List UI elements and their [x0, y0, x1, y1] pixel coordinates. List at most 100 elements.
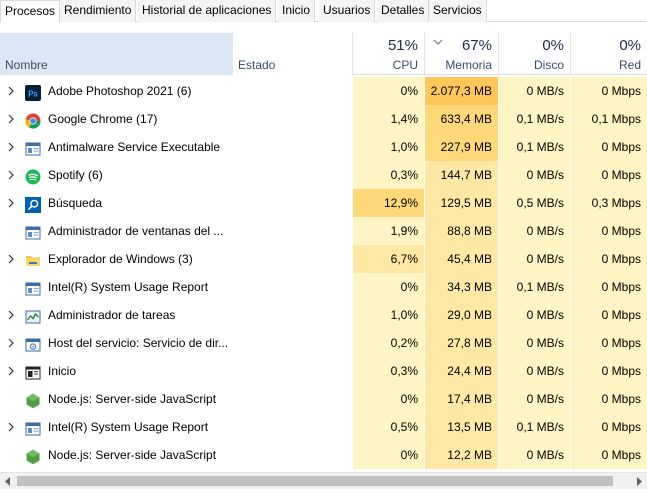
network-total-percent: 0%	[619, 37, 641, 54]
process-status	[232, 357, 352, 385]
process-cpu: 1,0%	[352, 133, 424, 161]
process-name: Explorador de Windows (3)	[48, 252, 193, 266]
process-disk: 0,1 MB/s	[498, 105, 570, 133]
chevron-down-icon	[433, 39, 443, 45]
chevron-right-icon[interactable]	[6, 142, 16, 152]
column-network[interactable]: 0% Red	[570, 33, 647, 75]
process-row[interactable]: Antimalware Service Executable 1,0% 227,9 …	[0, 133, 647, 161]
chevron-right-icon[interactable]	[6, 198, 16, 208]
horizontal-scrollbar[interactable]	[0, 472, 647, 489]
tab-usuarios[interactable]: Usuarios	[319, 0, 376, 22]
chevron-right-icon[interactable]	[6, 338, 16, 348]
process-network: 0 Mbps	[570, 301, 647, 329]
process-disk: 0,1 MB/s	[498, 273, 570, 301]
chevron-right-icon[interactable]	[6, 114, 16, 124]
process-row[interactable]: Administrador de tareas 1,0% 29,0 MB 0 MB/s…	[0, 301, 647, 329]
process-disk: 0 MB/s	[498, 245, 570, 273]
process-memory: 633,4 MB	[424, 105, 498, 133]
process-name: Google Chrome (17)	[48, 112, 158, 126]
service-window-icon	[25, 419, 41, 436]
nodejs-icon	[25, 391, 41, 409]
process-status	[232, 105, 352, 133]
process-row[interactable]: Host del servicio: Servicio de dir... 0,2…	[0, 329, 647, 357]
chevron-right-icon[interactable]	[6, 422, 16, 432]
tab-inicio[interactable]: Inicio	[278, 0, 316, 22]
process-cpu: 0,5%	[352, 413, 424, 441]
process-row[interactable]: Node.js: Server-side JavaScript 0% 12,2 MB…	[0, 441, 647, 469]
tab-historial[interactable]: Historial de aplicaciones	[138, 0, 277, 22]
process-network: 0 Mbps	[570, 385, 647, 413]
search-icon	[25, 195, 41, 213]
process-cpu: 6,7%	[352, 245, 424, 273]
process-memory: 2.077,3 MB	[424, 77, 498, 105]
process-row[interactable]: Explorador de Windows (3) 6,7% 45,4 MB 0 MB…	[0, 245, 647, 273]
tab-procesos[interactable]: Procesos	[0, 0, 61, 23]
column-cpu-label: CPU	[392, 58, 418, 72]
process-row[interactable]: Spotify (6) 0,3% 144,7 MB 0 MB/s 0 Mbps	[0, 161, 647, 189]
process-memory: 34,3 MB	[424, 273, 498, 301]
tab-servicios[interactable]: Servicios	[429, 0, 487, 22]
process-row[interactable]: Intel(R) System Usage Report 0,5% 13,5 MB 0…	[0, 413, 647, 441]
process-disk: 0 MB/s	[498, 301, 570, 329]
process-name-cell: Inicio	[0, 357, 232, 385]
process-name: Administrador de tareas	[48, 308, 176, 322]
process-network: 0 Mbps	[570, 441, 647, 469]
tab-rendimiento[interactable]: Rendimiento	[60, 0, 137, 22]
column-status[interactable]: Estado	[232, 33, 352, 75]
process-network: 0 Mbps	[570, 357, 647, 385]
process-memory: 129,5 MB	[424, 189, 498, 217]
cpu-total-percent: 51%	[387, 37, 418, 54]
tab-detalles[interactable]: Detalles	[377, 0, 430, 22]
process-disk: 0 MB/s	[498, 329, 570, 357]
process-disk: 0 MB/s	[498, 217, 570, 245]
chevron-right-icon[interactable]	[6, 366, 16, 376]
process-name: Inicio	[48, 364, 77, 378]
process-network: 0 Mbps	[570, 217, 647, 245]
process-name: Intel(R) System Usage Report	[48, 280, 209, 294]
task-manager-icon	[25, 307, 41, 324]
column-cpu[interactable]: 51% CPU	[352, 33, 424, 75]
process-cpu: 1,0%	[352, 301, 424, 329]
scroll-left-icon[interactable]	[4, 477, 12, 486]
column-network-label: Red	[618, 58, 641, 72]
column-name[interactable]: Nombre	[0, 33, 232, 75]
chevron-right-icon[interactable]	[6, 254, 16, 264]
scroll-right-icon[interactable]	[635, 477, 643, 486]
window-manager-icon	[25, 223, 41, 240]
process-row[interactable]: Administrador de ventanas del ... 1,9% 88,…	[0, 217, 647, 245]
process-disk: 0 MB/s	[498, 441, 570, 469]
bottom-strip	[0, 489, 647, 497]
process-name: Adobe Photoshop 2021 (6)	[48, 84, 192, 98]
process-row[interactable]: Intel(R) System Usage Report 0% 34,3 MB 0,1…	[0, 273, 647, 301]
process-name-cell: Administrador de ventanas del ...	[0, 217, 232, 245]
process-memory: 144,7 MB	[424, 161, 498, 189]
process-row[interactable]: Ps Adobe Photoshop 2021 (6) 0% 2.077,3 MB 0 …	[0, 77, 647, 105]
chevron-right-icon[interactable]	[6, 170, 16, 180]
scrollbar-thumb[interactable]	[17, 476, 613, 486]
process-row[interactable]: Google Chrome (17) 1,4% 633,4 MB 0,1 MB/s 0,…	[0, 105, 647, 133]
process-name-cell: Node.js: Server-side JavaScript	[0, 385, 232, 413]
process-status	[232, 161, 352, 189]
column-memory[interactable]: 67% Memoria	[424, 33, 498, 75]
service-window-icon	[25, 139, 41, 156]
process-memory: 13,5 MB	[424, 413, 498, 441]
process-row[interactable]: Búsqueda 12,9% 129,5 MB 0,5 MB/s 0,3 Mbps	[0, 189, 647, 217]
process-cpu: 0%	[352, 385, 424, 413]
process-memory: 24,4 MB	[424, 357, 498, 385]
process-row[interactable]: Node.js: Server-side JavaScript 0% 17,4 MB…	[0, 385, 647, 413]
process-row[interactable]: Inicio 0,3% 24,4 MB 0 MB/s 0 Mbps	[0, 357, 647, 385]
process-disk: 0 MB/s	[498, 357, 570, 385]
start-icon	[25, 363, 41, 380]
spotify-icon	[25, 167, 41, 185]
process-name: Host del servicio: Servicio de dir...	[48, 336, 229, 350]
process-network: 0 Mbps	[570, 273, 647, 301]
process-name-cell: Ps Adobe Photoshop 2021 (6)	[0, 77, 232, 105]
process-cpu: 0%	[352, 77, 424, 105]
chevron-right-icon[interactable]	[6, 310, 16, 320]
chevron-right-icon[interactable]	[6, 86, 16, 96]
process-memory: 45,4 MB	[424, 245, 498, 273]
process-network: 0 Mbps	[570, 77, 647, 105]
process-disk: 0 MB/s	[498, 161, 570, 189]
column-disk[interactable]: 0% Disco	[498, 33, 570, 75]
process-memory: 227,9 MB	[424, 133, 498, 161]
